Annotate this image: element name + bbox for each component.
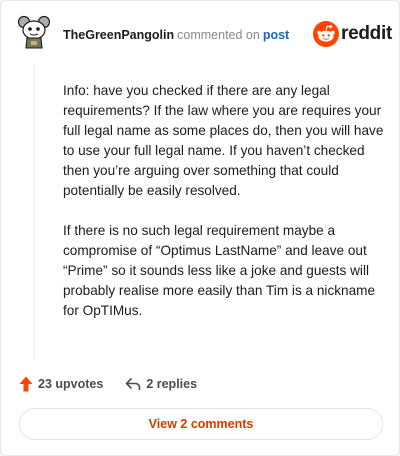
- thread-line[interactable]: [34, 63, 35, 361]
- comment-header: TheGreenPangolin commented on post reddit: [1, 1, 400, 65]
- user-avatar[interactable]: [18, 15, 50, 51]
- comment-actions: 23 upvotes 2 replies: [19, 375, 197, 393]
- reply-arrow-icon: [126, 378, 141, 391]
- reply-count: 2 replies: [146, 377, 198, 391]
- comment-byline: TheGreenPangolin commented on post: [63, 28, 289, 42]
- reddit-logo[interactable]: reddit: [313, 21, 392, 47]
- comment-paragraph: Info: have you checked if there are any …: [63, 83, 384, 198]
- reddit-snoo-icon: [313, 21, 339, 47]
- view-comments-button[interactable]: View 2 comments: [19, 408, 383, 440]
- post-link[interactable]: post: [263, 28, 289, 42]
- reddit-wordmark: reddit: [341, 23, 392, 44]
- comment-paragraph: If there is no such legal requirement ma…: [63, 223, 376, 318]
- upvote-count: 23 upvotes: [38, 377, 104, 391]
- replies-button[interactable]: 2 replies: [125, 377, 197, 391]
- comment-body: Info: have you checked if there are any …: [63, 81, 385, 341]
- upvote-button[interactable]: 23 upvotes: [19, 376, 103, 392]
- commented-on-text: commented on: [177, 28, 260, 42]
- username-link[interactable]: TheGreenPangolin: [63, 28, 174, 42]
- upvote-arrow-icon: [19, 376, 33, 392]
- comment-card: TheGreenPangolin commented on post reddit …: [0, 0, 400, 456]
